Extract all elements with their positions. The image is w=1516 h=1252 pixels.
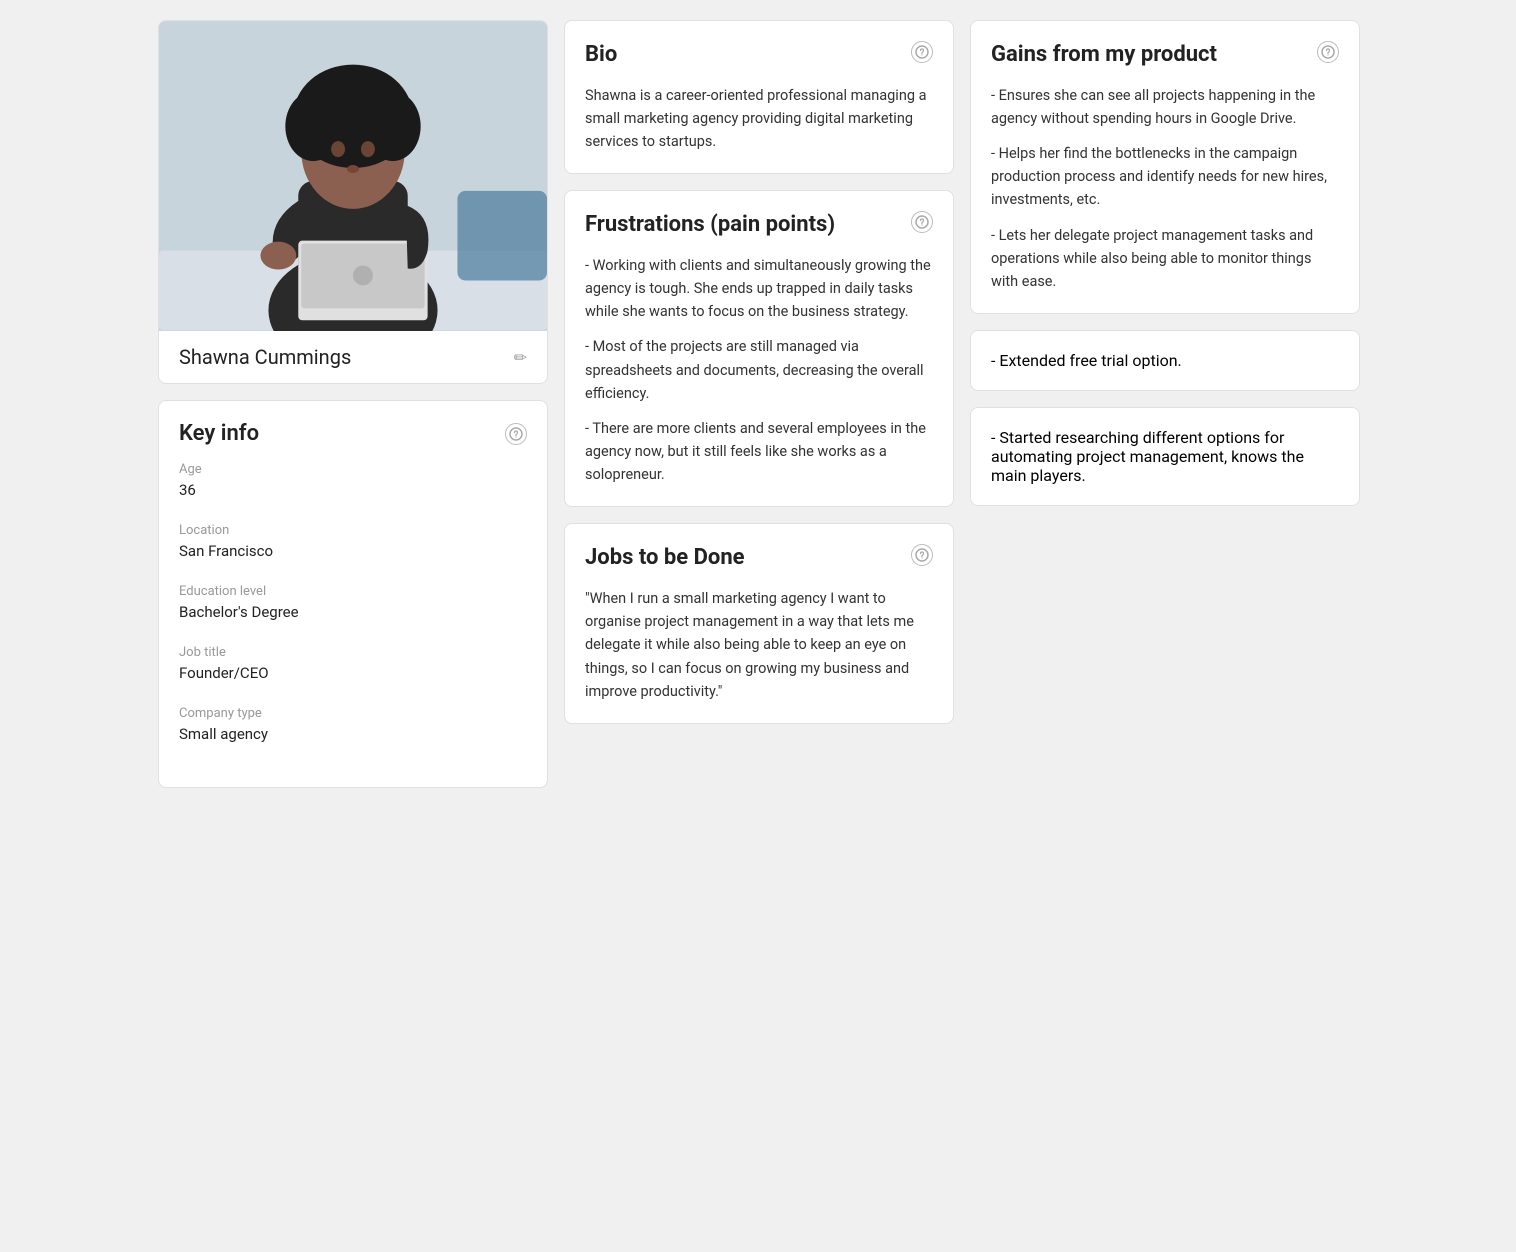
frustrations-hint-icon[interactable] (911, 211, 933, 233)
company-type-value: Small agency (179, 725, 527, 755)
frustrations-card: Frustrations (pain points) - Working wit… (564, 190, 954, 507)
gains-hint-icon[interactable] (1317, 41, 1339, 63)
job-title-value: Founder/CEO (179, 664, 527, 694)
bio-hint-icon[interactable] (911, 41, 933, 63)
company-type-field: Company type Small agency (179, 706, 527, 755)
profile-image (159, 21, 547, 331)
education-value: Bachelor's Degree (179, 603, 527, 633)
bio-body: Shawna is a career-oriented professional… (585, 84, 933, 154)
frustrations-body: - Working with clients and simultaneousl… (585, 254, 933, 487)
gains-card: Gains from my product - Ensures she can … (970, 20, 1360, 314)
right-column: Gains from my product - Ensures she can … (970, 20, 1360, 788)
jobs-title: Jobs to be Done (585, 544, 765, 573)
gains-header: Gains from my product (991, 41, 1339, 70)
education-label: Education level (179, 584, 527, 599)
age-label: Age (179, 462, 527, 477)
bio-text: Shawna is a career-oriented professional… (585, 84, 933, 154)
key-info-hint-icon[interactable] (505, 423, 527, 445)
key-info-card: Key info Age 36 Location San Francisco (158, 400, 548, 788)
gain-3: - Lets her delegate project management t… (991, 224, 1339, 294)
bio-title: Bio (585, 41, 637, 70)
profile-image-container (159, 21, 547, 331)
frustration-1: - Working with clients and simultaneousl… (585, 254, 933, 324)
jobs-header: Jobs to be Done (585, 544, 933, 573)
frustration-3: - There are more clients and several emp… (585, 417, 933, 487)
jobs-hint-icon[interactable] (911, 544, 933, 566)
frustrations-title: Frustrations (pain points) (585, 211, 855, 240)
edit-icon[interactable]: ✏ (514, 348, 527, 367)
gains-title: Gains from my product (991, 41, 1237, 70)
profile-name-row: Shawna Cummings ✏ (159, 331, 547, 383)
age-value: 36 (179, 481, 527, 511)
job-title-field: Job title Founder/CEO (179, 645, 527, 694)
industry-experience-card: - Started researching different options … (970, 407, 1360, 506)
jobs-body: "When I run a small marketing agency I w… (585, 587, 933, 703)
location-field: Location San Francisco (179, 523, 527, 572)
job-title-label: Job title (179, 645, 527, 660)
lightbulb-icon-gains (1321, 45, 1335, 59)
location-value: San Francisco (179, 542, 527, 572)
key-info-title: Key info (179, 421, 259, 446)
jobs-text: "When I run a small marketing agency I w… (585, 587, 933, 703)
buying-decisions-card: - Extended free trial option. (970, 330, 1360, 391)
profile-name: Shawna Cummings (179, 345, 351, 369)
bio-card: Bio Shawna is a career-oriented professi… (564, 20, 954, 174)
lightbulb-icon (509, 427, 523, 441)
middle-column: Bio Shawna is a career-oriented professi… (564, 20, 954, 788)
lightbulb-icon-jobs (915, 548, 929, 562)
frustration-2: - Most of the projects are still managed… (585, 335, 933, 405)
gain-1: - Ensures she can see all projects happe… (991, 84, 1339, 130)
gain-2: - Helps her find the bottlenecks in the … (991, 142, 1339, 212)
company-type-label: Company type (179, 706, 527, 721)
education-field: Education level Bachelor's Degree (179, 584, 527, 633)
jobs-card: Jobs to be Done "When I run a small mark… (564, 523, 954, 724)
location-label: Location (179, 523, 527, 538)
left-column: Shawna Cummings ✏ Key info Age 36 (158, 20, 548, 788)
key-info-header: Key info (179, 421, 527, 446)
profile-card: Shawna Cummings ✏ (158, 20, 548, 384)
age-field: Age 36 (179, 462, 527, 511)
lightbulb-icon-frustrations (915, 215, 929, 229)
frustrations-header: Frustrations (pain points) (585, 211, 933, 240)
lightbulb-icon-bio (915, 45, 929, 59)
bio-header: Bio (585, 41, 933, 70)
gains-body: - Ensures she can see all projects happe… (991, 84, 1339, 294)
